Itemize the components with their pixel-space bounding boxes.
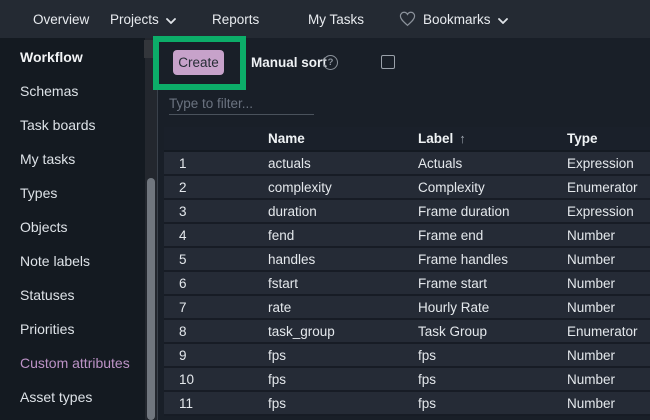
cell-name: complexity	[268, 179, 332, 195]
manual-sort-checkbox[interactable]	[381, 55, 395, 69]
toolbar: Create Manual sort ?	[158, 50, 650, 75]
attributes-table: Name Label ↑ Type 1 actuals Actuals Expressi…	[164, 127, 650, 416]
cell-label: Complexity	[418, 179, 485, 195]
cell-label: fps	[418, 371, 437, 387]
main-content: Create Manual sort ? Name Label ↑ Type 1 a…	[157, 38, 650, 420]
app-window: Overview Projects Reports My Tasks Bookmarks…	[0, 0, 650, 420]
cell-label: Frame end	[418, 227, 484, 243]
heart-icon	[399, 11, 416, 27]
cell-name: rate	[268, 299, 292, 315]
sidebar-item-my-tasks[interactable]: My tasks	[0, 142, 145, 176]
cell-type: Number	[567, 347, 616, 363]
cell-name: duration	[268, 203, 317, 219]
cell-name: handles	[268, 251, 316, 267]
sidebar-item-types[interactable]: Types	[0, 176, 145, 210]
cell-name: fps	[268, 347, 287, 363]
sidebar-item-schemas[interactable]: Schemas	[0, 74, 145, 108]
nav-item-projects[interactable]: Projects	[110, 0, 176, 38]
cell-name: fend	[268, 227, 295, 243]
cell-index: 8	[179, 323, 187, 339]
sidebar-item-objects[interactable]: Objects	[0, 210, 145, 244]
cell-type: Number	[567, 275, 616, 291]
cell-index: 11	[179, 395, 194, 411]
sidebar-scrollbar-cap	[144, 40, 157, 58]
cell-index: 6	[179, 275, 187, 291]
cell-name: fstart	[268, 275, 299, 291]
sidebar-item-statuses[interactable]: Statuses	[0, 278, 145, 312]
sidebar-item-workflow[interactable]: Workflow	[0, 40, 145, 74]
table-row[interactable]: 4 fend Frame end Number	[164, 224, 650, 248]
table-row[interactable]: 11 fps fps Number	[164, 392, 650, 416]
chevron-down-icon	[165, 16, 176, 24]
cell-label: Actuals	[418, 155, 463, 171]
nav-item-label: My Tasks	[308, 11, 365, 27]
table-row[interactable]: 2 complexity Complexity Enumerator	[164, 176, 650, 200]
nav-item-label: Projects	[110, 11, 159, 27]
cell-type: Number	[567, 395, 616, 411]
create-button[interactable]: Create	[173, 50, 224, 75]
nav-item-my-tasks[interactable]: My Tasks	[308, 0, 364, 38]
table-header: Name Label ↑ Type	[164, 127, 650, 152]
top-navigation: Overview Projects Reports My Tasks Bookmarks	[0, 0, 650, 38]
table-row[interactable]: 9 fps fps Number	[164, 344, 650, 368]
nav-item-reports[interactable]: Reports	[212, 0, 259, 38]
cell-index: 3	[179, 203, 187, 219]
cell-index: 7	[179, 299, 187, 315]
cell-label: fps	[418, 347, 437, 363]
nav-item-overview[interactable]: Overview	[33, 0, 89, 38]
cell-type: Expression	[567, 155, 634, 171]
cell-type: Number	[567, 371, 616, 387]
column-header-name[interactable]: Name	[268, 131, 418, 146]
help-icon[interactable]: ?	[323, 55, 338, 70]
cell-label: Task Group	[418, 323, 488, 339]
table-row[interactable]: 10 fps fps Number	[164, 368, 650, 392]
column-header-type[interactable]: Type	[567, 131, 650, 146]
sidebar-scrollbar-thumb[interactable]	[147, 178, 155, 420]
nav-item-label: Reports	[212, 11, 260, 27]
sidebar-item-asset-types[interactable]: Asset types	[0, 380, 145, 414]
table-row[interactable]: 5 handles Frame handles Number	[164, 248, 650, 272]
table-row[interactable]: 6 fstart Frame start Number	[164, 272, 650, 296]
cell-name: task_group	[268, 323, 335, 339]
sidebar-item-note-labels[interactable]: Note labels	[0, 244, 145, 278]
cell-label: Frame duration	[418, 203, 510, 219]
cell-index: 4	[179, 227, 187, 243]
cell-label: fps	[418, 395, 437, 411]
cell-index: 9	[179, 347, 187, 363]
cell-type: Number	[567, 299, 616, 315]
cell-type: Enumerator	[567, 179, 638, 195]
table-row[interactable]: 8 task_group Task Group Enumerator	[164, 320, 650, 344]
cell-index: 2	[179, 179, 187, 195]
table-row[interactable]: 7 rate Hourly Rate Number	[164, 296, 650, 320]
cell-index: 1	[179, 155, 187, 171]
cell-index: 5	[179, 251, 187, 267]
cell-index: 10	[179, 371, 195, 387]
chevron-down-icon	[497, 16, 508, 24]
filter-input[interactable]	[169, 93, 314, 115]
cell-label: Frame handles	[418, 251, 509, 267]
sidebar: Workflow Schemas Task boards My tasks Types O…	[0, 38, 145, 420]
cell-name: fps	[268, 395, 287, 411]
cell-name: actuals	[268, 155, 311, 171]
sort-ascending-icon: ↑	[459, 131, 466, 146]
sidebar-item-custom-attributes[interactable]: Custom attributes	[0, 346, 145, 380]
cell-type: Enumerator	[567, 323, 638, 339]
manual-sort-label: Manual sort	[251, 55, 327, 70]
cell-label: Hourly Rate	[418, 299, 490, 315]
cell-type: Number	[567, 251, 616, 267]
cell-label: Frame start	[418, 275, 488, 291]
cell-name: fps	[268, 371, 287, 387]
cell-type: Expression	[567, 203, 634, 219]
cell-type: Number	[567, 227, 616, 243]
column-header-label-text: Label	[418, 131, 454, 146]
table-row[interactable]: 3 duration Frame duration Expression	[164, 200, 650, 224]
nav-item-label: Bookmarks	[423, 11, 491, 27]
table-body: 1 actuals Actuals Expression 2 complexity Comp…	[164, 152, 650, 416]
column-header-label[interactable]: Label ↑	[418, 131, 567, 146]
table-row[interactable]: 1 actuals Actuals Expression	[164, 152, 650, 176]
sidebar-item-task-boards[interactable]: Task boards	[0, 108, 145, 142]
nav-item-bookmarks[interactable]: Bookmarks	[399, 0, 508, 38]
sidebar-item-priorities[interactable]: Priorities	[0, 312, 145, 346]
nav-item-label: Overview	[33, 11, 90, 27]
